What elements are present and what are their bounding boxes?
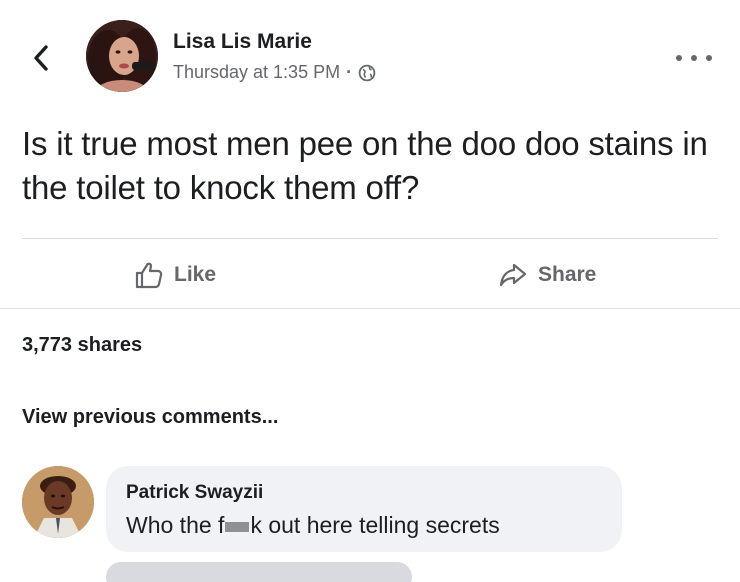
- like-button[interactable]: Like: [134, 255, 216, 295]
- back-button[interactable]: [28, 42, 54, 74]
- more-options-dot: [706, 55, 712, 61]
- divider: [0, 308, 740, 309]
- author-avatar-image: [86, 20, 158, 92]
- author-avatar[interactable]: [86, 20, 158, 92]
- view-previous-comments-link[interactable]: View previous comments...: [22, 406, 278, 429]
- share-label: Share: [538, 263, 597, 286]
- meta-separator: ·: [346, 62, 353, 82]
- next-comment-bubble: [106, 562, 412, 582]
- thumbs-up-icon: [135, 262, 163, 289]
- post-view: Lisa Lis Marie Thursday at 1:35 PM · Is …: [0, 0, 740, 582]
- like-label: Like: [174, 263, 217, 286]
- post-body-text: Is it true most men pee on the doo doo s…: [22, 125, 708, 206]
- shares-count[interactable]: 3,773 shares: [22, 334, 142, 357]
- censor-bar: [225, 521, 250, 532]
- more-options-button[interactable]: [676, 48, 712, 68]
- comment-text-end: k out here telling secrets: [250, 512, 500, 538]
- comment-text: Who the f k out here telling secrets: [126, 512, 500, 539]
- globe-icon: [358, 64, 376, 81]
- comment-bubble: Patrick Swayzii Who the f k out here tell…: [106, 466, 622, 552]
- more-options-dot: [691, 55, 697, 61]
- more-options-icon: [676, 55, 682, 61]
- comment-text-start: Who the f: [126, 512, 225, 538]
- chevron-left-icon: [34, 45, 48, 71]
- divider: [22, 238, 718, 239]
- share-arrow-icon: [499, 263, 527, 287]
- post-timestamp[interactable]: Thursday at 1:35 PM: [173, 62, 340, 83]
- commenter-avatar[interactable]: [22, 466, 94, 538]
- post-meta: Thursday at 1:35 PM ·: [173, 62, 376, 83]
- share-button[interactable]: Share: [498, 255, 596, 295]
- commenter-avatar-image: [22, 466, 94, 538]
- post-author-name[interactable]: Lisa Lis Marie: [173, 30, 312, 54]
- commenter-name[interactable]: Patrick Swayzii: [126, 482, 263, 504]
